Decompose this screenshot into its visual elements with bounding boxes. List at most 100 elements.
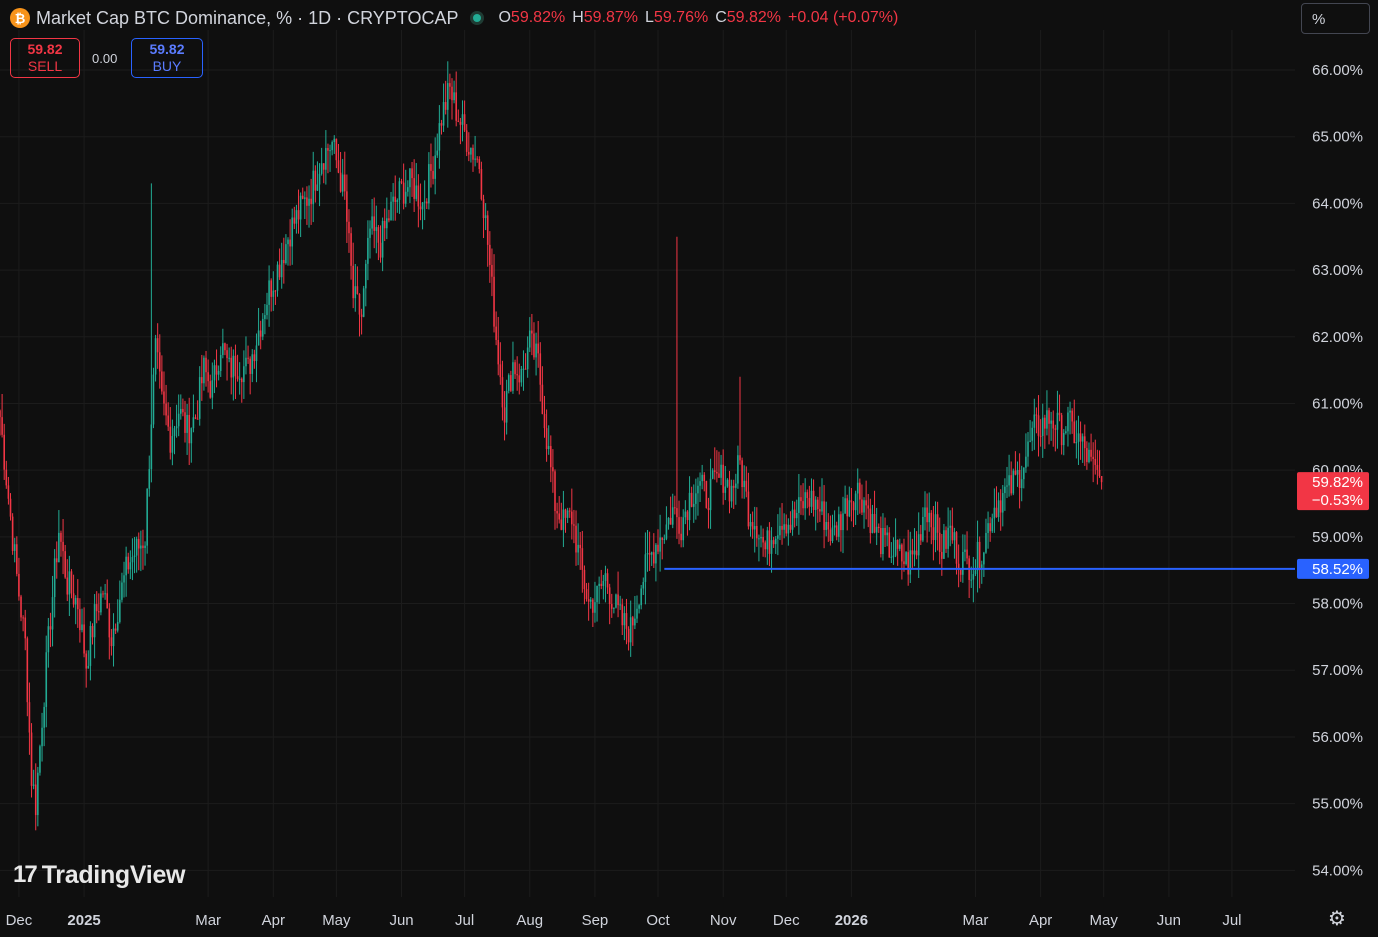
- candle: [432, 156, 434, 185]
- candle-body: [701, 474, 703, 482]
- candlestick-chart[interactable]: 54.00%55.00%56.00%57.00%58.00%59.00%60.0…: [0, 0, 1378, 937]
- candle-body: [657, 544, 659, 552]
- candle: [87, 650, 90, 669]
- candle-body: [758, 538, 760, 540]
- candle: [394, 175, 397, 221]
- candle: [114, 623, 117, 634]
- candle-body: [421, 202, 424, 210]
- candle-body: [491, 264, 493, 277]
- chart-area[interactable]: 54.00% 55.00% 56.00% 57.00% 58.00% 59.00% 60.0…: [0, 0, 1378, 937]
- candle-body: [268, 280, 270, 305]
- market-status-icon[interactable]: [470, 11, 485, 25]
- candle: [423, 180, 426, 221]
- candle: [184, 400, 186, 443]
- candle-body: [560, 519, 563, 530]
- candle: [840, 511, 842, 552]
- candle-body: [690, 492, 693, 507]
- x-axis-tick-label: Dec: [773, 912, 800, 929]
- candle-body: [175, 426, 178, 429]
- candle-body: [947, 527, 949, 549]
- candle-body: [938, 532, 941, 552]
- candle: [863, 497, 865, 529]
- candle: [352, 242, 354, 309]
- candle: [327, 143, 329, 174]
- tradingview-logo[interactable]: 17 TradingView: [13, 860, 186, 890]
- candle: [444, 80, 447, 115]
- candle: [304, 191, 306, 220]
- candle: [833, 510, 836, 536]
- candle-body: [129, 562, 132, 570]
- candle: [446, 61, 449, 128]
- candle-body: [390, 201, 392, 221]
- candle-body: [386, 218, 388, 229]
- candle-body: [974, 570, 977, 575]
- candle-body: [1027, 441, 1029, 457]
- sell-button[interactable]: 59.82 SELL: [10, 38, 80, 78]
- candle-body: [438, 123, 441, 151]
- candle-body: [1088, 449, 1090, 462]
- buy-label: BUY: [152, 58, 182, 74]
- candle: [867, 493, 870, 528]
- candle-body: [7, 485, 10, 499]
- settings-gear-icon[interactable]: ⚙: [1326, 908, 1348, 930]
- candle-body: [474, 158, 476, 160]
- candle-body: [978, 541, 981, 570]
- candle: [390, 191, 392, 221]
- candle-body: [867, 505, 870, 509]
- candle-body: [783, 524, 785, 530]
- candle: [936, 501, 939, 551]
- candle: [247, 345, 249, 364]
- candle-body: [819, 509, 821, 512]
- candle-body: [30, 732, 33, 786]
- candle: [1041, 403, 1044, 458]
- candle-body: [68, 571, 71, 595]
- candle-body: [104, 593, 106, 595]
- candle: [266, 292, 268, 320]
- candle: [1035, 407, 1038, 434]
- candle-body: [238, 378, 241, 380]
- candle-body: [846, 498, 849, 517]
- candle: [215, 349, 218, 388]
- candle: [1004, 478, 1006, 511]
- candle: [192, 394, 195, 433]
- candle: [976, 520, 979, 593]
- chart-title[interactable]: Market Cap BTC Dominance, % · 1D · CRYPT…: [36, 8, 458, 29]
- scale-mode-button[interactable]: %: [1301, 3, 1370, 34]
- candle: [245, 336, 247, 375]
- candle-body: [455, 92, 457, 121]
- buy-button[interactable]: 59.82 BUY: [131, 38, 203, 78]
- candle: [520, 365, 523, 387]
- candle-body: [749, 522, 752, 527]
- candle-body: [156, 338, 159, 353]
- candle-body: [274, 290, 277, 292]
- x-axis-tick-label: Oct: [646, 912, 670, 929]
- candle: [449, 73, 451, 100]
- candle: [428, 152, 430, 210]
- candle-body: [577, 544, 579, 553]
- candle-body: [171, 436, 174, 453]
- candle: [610, 593, 613, 618]
- candle: [11, 513, 14, 555]
- candle-body: [158, 352, 161, 372]
- candle-body: [308, 198, 310, 206]
- candle: [802, 483, 804, 516]
- candle: [871, 504, 874, 534]
- candle-body: [285, 244, 287, 264]
- candle: [135, 536, 138, 573]
- candle: [915, 531, 918, 560]
- candle: [507, 373, 510, 394]
- candle: [577, 523, 579, 566]
- candle-body: [831, 527, 834, 542]
- candle-body: [1010, 475, 1012, 494]
- candle-body: [516, 374, 518, 376]
- candle-body: [335, 138, 338, 161]
- candle: [1081, 433, 1084, 463]
- candle-body: [280, 259, 283, 278]
- candle: [709, 458, 712, 529]
- candle: [890, 542, 893, 564]
- candle-body: [602, 580, 605, 586]
- candle-body: [1004, 486, 1006, 494]
- candle: [966, 531, 968, 565]
- candle: [484, 203, 487, 231]
- candle-body: [976, 541, 979, 571]
